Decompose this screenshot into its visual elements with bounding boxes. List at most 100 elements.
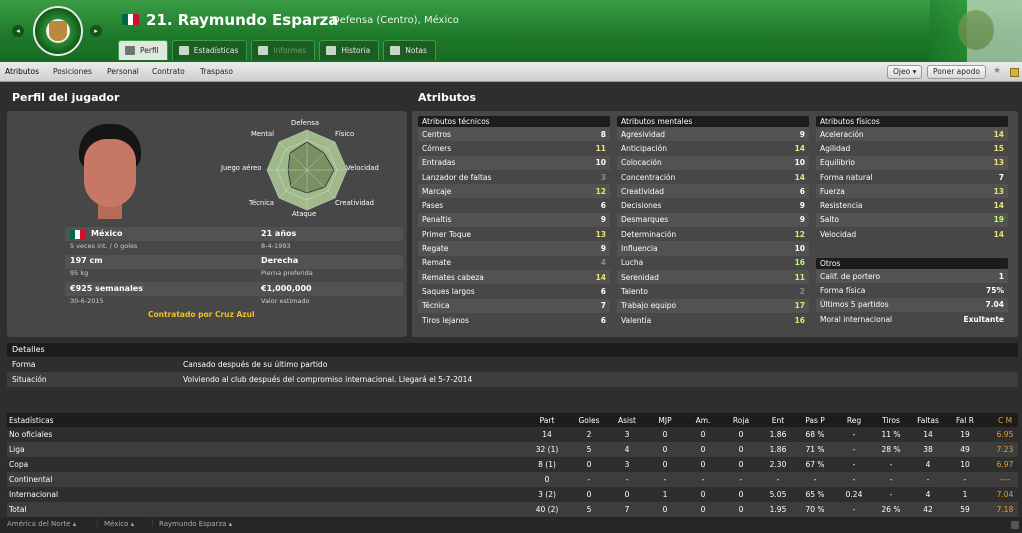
stats-cell: 0 <box>738 430 744 439</box>
details-value: Cansado después de su último partido <box>183 360 328 369</box>
stats-cell: 42 <box>923 505 933 514</box>
player-header: ◂ ▸ 21. Raymundo Esparza Defensa (Centro… <box>0 0 1022 62</box>
attribute-row: Fuerza 13 <box>816 184 1008 199</box>
attribute-value: 6 <box>600 201 606 211</box>
subnav-posiciones[interactable]: Posiciones <box>53 67 92 76</box>
attribute-value: 11 <box>595 143 606 153</box>
attribute-row: Marcaje 12 <box>418 184 610 199</box>
attribute-row: Técnica 7 <box>418 298 610 313</box>
stats-row[interactable]: Internacional 3 (2) 0 0 1 0 0 5.05 65 % 0.24 - 4 1 7.… <box>7 487 1018 502</box>
tab-historia[interactable]: Historia <box>319 40 380 60</box>
attribute-value: 7.04 <box>985 300 1004 310</box>
resize-grip-icon[interactable] <box>1011 521 1019 529</box>
radar-label-fisico: Físico <box>335 130 355 138</box>
attribute-row: Concentración 14 <box>617 170 809 184</box>
attribute-name: Remates cabeza <box>422 272 484 282</box>
tab-informes[interactable]: Informes <box>251 40 316 60</box>
age-label: 21 años <box>261 229 297 238</box>
breadcrumb-nation[interactable]: México ▴ <box>104 520 134 528</box>
attribute-value: 14 <box>993 201 1004 211</box>
stats-column-header: Part <box>539 415 555 425</box>
stats-row[interactable]: No oficiales 14 2 3 0 0 0 1.86 68 % - 11 % 14 19 6.95 <box>7 427 1018 442</box>
attribute-row: Saques largos 6 <box>418 284 610 298</box>
stats-competition: Total <box>9 505 27 514</box>
caps-label: 5 veces int. / 0 goles <box>70 242 138 250</box>
attribute-value: 3 <box>600 172 606 182</box>
attribute-row: Creatividad 6 <box>617 184 809 199</box>
stats-cell: - <box>889 490 893 499</box>
stats-cell: 4 <box>925 460 931 469</box>
contracted-by-label[interactable]: Contratado por Cruz Azul <box>148 310 255 319</box>
stats-row[interactable]: Copa 8 (1) 0 3 0 0 0 2.30 67 % - - 4 10 6.97 <box>7 457 1018 472</box>
stats-cell: 49 <box>960 445 970 454</box>
subnav-traspaso[interactable]: Traspaso <box>200 67 233 76</box>
attribute-row: Remates cabeza 14 <box>418 269 610 285</box>
attributes-title: Atributos <box>418 91 477 104</box>
attribute-name: Fuerza <box>820 186 845 196</box>
tab-perfil[interactable]: Perfil <box>118 40 168 60</box>
stats-cell: - <box>663 475 667 484</box>
stats-column-header: Ent <box>771 415 785 425</box>
attribute-value: 1 <box>998 271 1004 281</box>
stats-column-header: C M <box>997 415 1013 425</box>
tab-estadísticas[interactable]: Estadísticas <box>171 40 248 60</box>
radar-label-creatividad: Creatividad <box>335 199 374 207</box>
attribute-value: 9 <box>600 244 606 254</box>
attribute-value: 2 <box>799 286 805 296</box>
back-button[interactable]: ◂ <box>12 25 24 37</box>
attribute-name: Aceleración <box>820 129 864 139</box>
stats-competition: No oficiales <box>9 430 53 439</box>
stats-cell: 0 <box>662 445 668 454</box>
stats-cell: 3 <box>624 430 630 439</box>
attribute-name: Entradas <box>422 158 456 168</box>
attribute-value: 16 <box>794 315 805 325</box>
poner-apodo-button[interactable]: Poner apodo <box>927 65 986 79</box>
attribute-name: Córners <box>422 143 452 153</box>
stats-cell: - <box>587 475 591 484</box>
subnav-atributos[interactable]: Atributos <box>5 67 39 76</box>
breadcrumb-continent[interactable]: América del Norte ▴ <box>7 520 76 528</box>
notes-icon[interactable] <box>1010 68 1019 77</box>
stats-cell: - <box>776 475 780 484</box>
details-value: Volviendo al club después del compromiso… <box>183 375 473 384</box>
foot-label: Derecha <box>261 256 299 265</box>
stats-cell: - <box>852 505 856 514</box>
attribute-name: Pases <box>422 201 444 211</box>
subnav-personal[interactable]: Personal <box>107 67 139 76</box>
stats-cell: 11 % <box>881 430 901 439</box>
stats-cell: 5.05 <box>769 490 787 499</box>
tab-notas[interactable]: Notas <box>383 40 436 60</box>
breadcrumb-player[interactable]: Raymundo Esparza ▴ <box>159 520 232 528</box>
stats-row[interactable]: Liga 32 (1) 5 4 0 0 0 1.86 71 % - 28 % 38 49 7.23 <box>7 442 1018 457</box>
stats-competition: Copa <box>9 460 29 469</box>
stats-cell: 7.04 <box>996 490 1014 499</box>
stats-cell: - <box>739 475 743 484</box>
radar-label-mental: Mental <box>251 130 275 138</box>
subnav-contrato[interactable]: Contrato <box>152 67 185 76</box>
stats-cell: 70 % <box>805 505 825 514</box>
details-section: Detalles Forma Cansado después de su últi… <box>7 343 1018 387</box>
attribute-value: 14 <box>794 143 805 153</box>
attribute-row: Desmarques 9 <box>617 212 809 228</box>
stats-cell: 4 <box>925 490 931 499</box>
stats-column-header: Reg <box>846 415 862 425</box>
foot-caption: Pierna preferida <box>261 269 313 277</box>
stats-cell: 26 % <box>881 505 901 514</box>
stats-cell: 5 <box>586 505 592 514</box>
stats-cell: 0 <box>738 505 744 514</box>
attribute-value: 17 <box>794 301 805 311</box>
attribute-name: Lucha <box>621 258 644 268</box>
stats-row[interactable]: Continental 0- - - - - - - - - - - ---- <box>7 472 1018 487</box>
physical-attributes: Atributos físicos Aceleración 14 Agilidad 1… <box>816 116 1008 241</box>
stats-cell: 38 <box>923 445 933 454</box>
forward-button[interactable]: ▸ <box>90 25 102 37</box>
stats-column-header: MJP <box>658 415 672 425</box>
ojeo-dropdown[interactable]: Ojeo ▾ <box>887 65 923 79</box>
dob-label: 8-4-1993 <box>261 242 291 250</box>
stats-cell: 4 <box>624 445 630 454</box>
attribute-value: 11 <box>794 272 805 282</box>
stats-row[interactable]: Total 40 (2) 5 7 0 0 0 1.95 70 % - 26 % 42 59 7.18 <box>7 502 1018 517</box>
attribute-name: Técnica <box>422 301 450 311</box>
favorite-star-icon[interactable]: ★ <box>993 66 1001 76</box>
attribute-row: Decisiones 9 <box>617 198 809 212</box>
